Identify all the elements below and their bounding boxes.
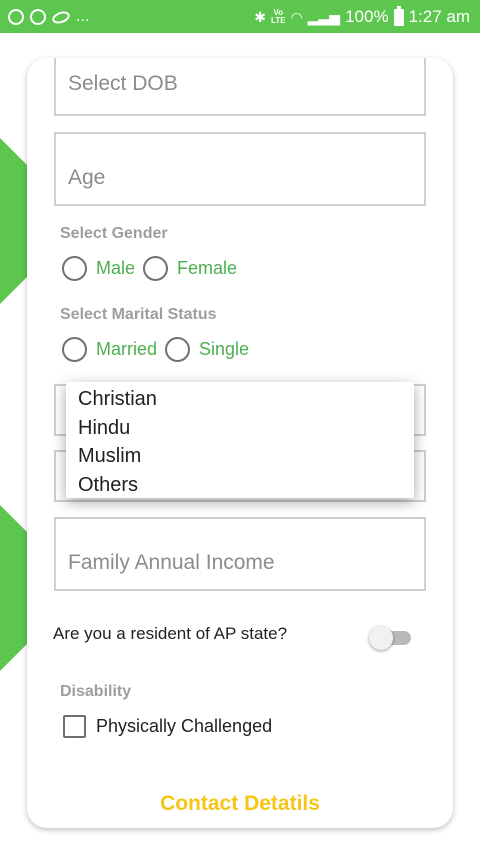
circle-icon bbox=[30, 9, 46, 25]
status-bar: ... ✱ Vo LTE ◠ ▂▃▅ 100% 1:27 am bbox=[0, 0, 480, 33]
single-label[interactable]: Single bbox=[199, 339, 249, 360]
female-radio[interactable] bbox=[143, 255, 169, 281]
battery-icon bbox=[393, 5, 404, 26]
family-income-placeholder: Family Annual Income bbox=[68, 551, 275, 574]
cloud-icon bbox=[50, 8, 72, 26]
dropdown-option-others[interactable]: Others bbox=[66, 471, 414, 500]
married-radio[interactable] bbox=[62, 336, 87, 362]
physically-challenged-label[interactable]: Physically Challenged bbox=[96, 716, 272, 737]
dropdown-option-hindu[interactable]: Hindu bbox=[66, 414, 414, 443]
sync-icon bbox=[8, 9, 24, 25]
battery-percent: 100% bbox=[345, 7, 389, 26]
married-label[interactable]: Married bbox=[96, 339, 157, 360]
bluetooth-icon: ✱ bbox=[254, 8, 267, 25]
gender-options: Male Female bbox=[62, 255, 245, 281]
dob-field[interactable]: Select DOB bbox=[54, 58, 426, 116]
dropdown-option-christian[interactable]: Christian bbox=[66, 385, 414, 414]
volte-icon: Vo LTE bbox=[271, 8, 286, 25]
gender-label: Select Gender bbox=[60, 225, 168, 242]
contact-details-heading: Contact Detatils bbox=[160, 792, 320, 815]
age-field[interactable]: Age bbox=[54, 132, 426, 206]
physically-challenged-option[interactable]: Physically Challenged bbox=[63, 714, 272, 738]
more-notifications: ... bbox=[76, 8, 90, 25]
physically-challenged-checkbox[interactable] bbox=[63, 714, 86, 738]
female-label[interactable]: Female bbox=[177, 258, 237, 279]
disability-label: Disability bbox=[60, 683, 132, 700]
signal-icon: ▂▃▅ bbox=[307, 8, 341, 25]
age-placeholder: Age bbox=[68, 166, 106, 189]
dropdown-option-muslim[interactable]: Muslim bbox=[66, 442, 414, 471]
male-label[interactable]: Male bbox=[96, 258, 135, 279]
marital-status-label: Select Marital Status bbox=[60, 306, 217, 323]
resident-question: Are you a resident of AP state? bbox=[53, 624, 288, 643]
toggle-thumb bbox=[369, 626, 393, 650]
religion-dropdown-menu: Christian Hindu Muslim Others bbox=[66, 382, 414, 498]
system-icons: ✱ Vo LTE ◠ ▂▃▅ 100% 1:27 am bbox=[254, 5, 470, 29]
resident-toggle[interactable] bbox=[369, 626, 413, 650]
marital-options: Married Single bbox=[62, 336, 257, 362]
wifi-icon: ◠ bbox=[290, 8, 303, 25]
male-radio[interactable] bbox=[62, 255, 87, 281]
single-radio[interactable] bbox=[165, 336, 191, 362]
clock: 1:27 am bbox=[408, 7, 470, 26]
family-income-field[interactable]: Family Annual Income bbox=[54, 517, 426, 591]
notification-icons: ... bbox=[8, 6, 89, 28]
dob-placeholder: Select DOB bbox=[68, 72, 178, 95]
